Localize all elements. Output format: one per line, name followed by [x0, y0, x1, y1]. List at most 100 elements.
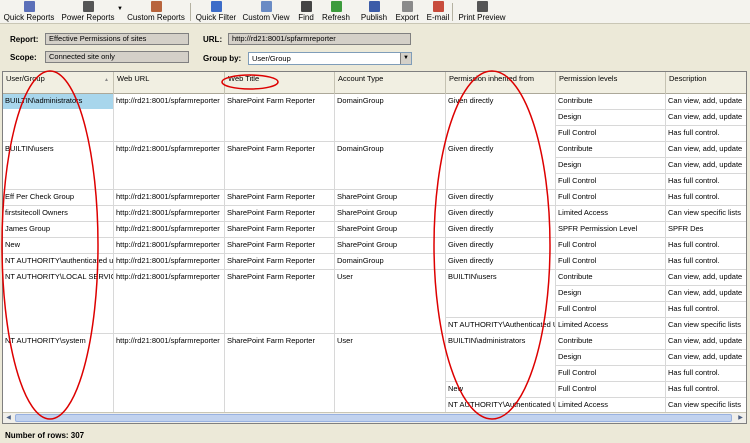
grid-cell-permission-levels[interactable]: Design: [556, 350, 665, 365]
toolbar-custom-view-button[interactable]: Custom View: [242, 1, 290, 23]
grid-cell-web-title[interactable]: SharePoint Farm Reporter: [225, 254, 334, 269]
grid-cell-web-url[interactable]: http://rd21:8001/spfarmreporter: [114, 254, 224, 269]
grid-cell-permission-inherited-from[interactable]: New: [446, 382, 555, 397]
grid-cell-description[interactable]: Has full control.: [666, 254, 746, 269]
grid-cell-description[interactable]: Can view, add, update: [666, 94, 746, 109]
grid-cell-permission-inherited-from[interactable]: NT AUTHORITY\Authenticated Users: [446, 398, 555, 412]
column-header-web-title[interactable]: Web Title: [225, 72, 335, 94]
grid-cell-permission-levels[interactable]: Full Control: [556, 366, 665, 381]
grid-cell-account-type[interactable]: DomainGroup: [335, 142, 445, 157]
grid-cell-permission-levels[interactable]: Contribute: [556, 142, 665, 157]
grid-cell-user-group[interactable]: James Group: [3, 222, 113, 237]
grid-cell-user-group[interactable]: NT AUTHORITY\system: [3, 334, 113, 349]
grid-cell-description[interactable]: Can view, add, update: [666, 158, 746, 173]
toolbar-quick-filter-button[interactable]: Quick Filter: [195, 1, 237, 23]
grid-cell-web-url[interactable]: http://rd21:8001/spfarmreporter: [114, 142, 224, 157]
grid-cell-web-title[interactable]: SharePoint Farm Reporter: [225, 94, 334, 109]
grid-cell-user-group[interactable]: New: [3, 238, 113, 253]
grid-cell-web-title[interactable]: SharePoint Farm Reporter: [225, 206, 334, 221]
grid-cell-permission-inherited-from[interactable]: NT AUTHORITY\Authenticated Users: [446, 318, 555, 333]
grid-cell-web-title[interactable]: SharePoint Farm Reporter: [225, 190, 334, 205]
toolbar-refresh-button[interactable]: Refresh: [320, 1, 352, 23]
grid-cell-account-type[interactable]: SharePoint Group: [335, 206, 445, 221]
grid-cell-web-url[interactable]: http://rd21:8001/spfarmreporter: [114, 94, 224, 109]
toolbar-publish-button[interactable]: Publish: [361, 1, 387, 23]
grid-cell-web-title[interactable]: SharePoint Farm Reporter: [225, 142, 334, 157]
grid-cell-description[interactable]: Has full control.: [666, 174, 746, 189]
column-header-description[interactable]: Description: [666, 72, 746, 94]
groupby-select[interactable]: User/Group ▼: [248, 52, 412, 65]
scroll-right-icon[interactable]: ▶: [735, 413, 746, 423]
grid-cell-permission-levels[interactable]: Design: [556, 158, 665, 173]
toolbar-quick-reports-button[interactable]: Quick Reports: [3, 1, 55, 23]
grid-cell-permission-inherited-from[interactable]: Given directly: [446, 238, 555, 253]
toolbar-print-preview-button[interactable]: Print Preview: [457, 1, 507, 23]
grid-cell-description[interactable]: Can view, add, update: [666, 110, 746, 125]
toolbar-export-button[interactable]: Export: [394, 1, 420, 23]
power-reports-dropdown-icon[interactable]: ▼: [117, 6, 123, 12]
column-header-permission-levels[interactable]: Permission levels: [556, 72, 666, 94]
grid-cell-permission-inherited-from[interactable]: Given directly: [446, 206, 555, 221]
grid-cell-account-type[interactable]: DomainGroup: [335, 254, 445, 269]
grid-cell-permission-inherited-from[interactable]: Given directly: [446, 222, 555, 237]
grid-cell-web-url[interactable]: http://rd21:8001/spfarmreporter: [114, 238, 224, 253]
grid-cell-permission-levels[interactable]: Full Control: [556, 254, 665, 269]
chevron-down-icon[interactable]: ▼: [400, 53, 411, 64]
grid-cell-account-type[interactable]: SharePoint Group: [335, 238, 445, 253]
toolbar-e-mail-button[interactable]: E-mail: [425, 1, 451, 23]
grid-body[interactable]: BUILTIN\administrators http://rd21:8001/s…: [3, 94, 746, 412]
grid-cell-description[interactable]: Has full control.: [666, 238, 746, 253]
scroll-left-icon[interactable]: ◀: [3, 413, 14, 423]
grid-cell-user-group[interactable]: NT AUTHORITY\LOCAL SERVICE: [3, 270, 113, 285]
column-header-account-type[interactable]: Account Type: [335, 72, 446, 94]
grid-cell-description[interactable]: Can view specific lists: [666, 398, 746, 412]
grid-cell-description[interactable]: Has full control.: [666, 382, 746, 397]
grid-cell-permission-levels[interactable]: Limited Access: [556, 398, 665, 412]
grid-cell-user-group[interactable]: Eff Per Check Group: [3, 190, 113, 205]
grid-cell-user-group[interactable]: firstsitecoll Owners: [3, 206, 113, 221]
grid-cell-permission-inherited-from[interactable]: Given directly: [446, 142, 555, 157]
grid-cell-permission-levels[interactable]: Full Control: [556, 190, 665, 205]
column-header-user-group[interactable]: User/Group ▲: [3, 72, 114, 94]
grid-cell-permission-levels[interactable]: Design: [556, 110, 665, 125]
grid-cell-permission-levels[interactable]: Full Control: [556, 302, 665, 317]
grid-cell-web-url[interactable]: http://rd21:8001/spfarmreporter: [114, 222, 224, 237]
grid-cell-permission-inherited-from[interactable]: BUILTIN\administrators: [446, 334, 555, 349]
grid-cell-description[interactable]: SPFR Des: [666, 222, 746, 237]
grid-cell-web-title[interactable]: SharePoint Farm Reporter: [225, 270, 334, 285]
grid-cell-permission-inherited-from[interactable]: BUILTIN\users: [446, 270, 555, 285]
grid-cell-account-type[interactable]: User: [335, 334, 445, 349]
scroll-thumb[interactable]: [15, 414, 732, 422]
grid-cell-description[interactable]: Can view, add, update: [666, 350, 746, 365]
grid-cell-permission-levels[interactable]: Limited Access: [556, 206, 665, 221]
grid-cell-account-type[interactable]: SharePoint Group: [335, 190, 445, 205]
grid-cell-permission-levels[interactable]: Contribute: [556, 334, 665, 349]
grid-cell-user-group[interactable]: NT AUTHORITY\authenticated users: [3, 254, 113, 269]
grid-cell-account-type[interactable]: SharePoint Group: [335, 222, 445, 237]
grid-cell-permission-levels[interactable]: Contribute: [556, 94, 665, 109]
grid-cell-permission-levels[interactable]: Full Control: [556, 174, 665, 189]
grid-cell-permission-levels[interactable]: Full Control: [556, 126, 665, 141]
grid-cell-permission-levels[interactable]: Design: [556, 286, 665, 301]
column-header-permission-inherited-from[interactable]: Permission inherited from: [446, 72, 556, 94]
toolbar-find-button[interactable]: Find: [295, 1, 317, 23]
grid-cell-permission-levels[interactable]: Full Control: [556, 238, 665, 253]
grid-cell-permission-levels[interactable]: Limited Access: [556, 318, 665, 333]
grid-cell-description[interactable]: Has full control.: [666, 366, 746, 381]
grid-cell-web-title[interactable]: SharePoint Farm Reporter: [225, 222, 334, 237]
grid-cell-permission-inherited-from[interactable]: Given directly: [446, 94, 555, 109]
toolbar-power-reports-button[interactable]: Power Reports: [60, 1, 116, 23]
grid-cell-permission-inherited-from[interactable]: Given directly: [446, 190, 555, 205]
column-header-web-url[interactable]: Web URL: [114, 72, 225, 94]
grid-cell-description[interactable]: Can view, add, update: [666, 286, 746, 301]
toolbar-custom-reports-button[interactable]: Custom Reports: [126, 1, 186, 23]
grid-cell-description[interactable]: Can view, add, update: [666, 142, 746, 157]
grid-cell-web-url[interactable]: http://rd21:8001/spfarmreporter: [114, 270, 224, 285]
grid-cell-web-title[interactable]: SharePoint Farm Reporter: [225, 238, 334, 253]
grid-cell-account-type[interactable]: DomainGroup: [335, 94, 445, 109]
grid-cell-account-type[interactable]: User: [335, 270, 445, 285]
grid-cell-description[interactable]: Has full control.: [666, 302, 746, 317]
grid-cell-web-url[interactable]: http://rd21:8001/spfarmreporter: [114, 206, 224, 221]
grid-cell-permission-levels[interactable]: Contribute: [556, 270, 665, 285]
grid-cell-permission-levels[interactable]: Full Control: [556, 382, 665, 397]
